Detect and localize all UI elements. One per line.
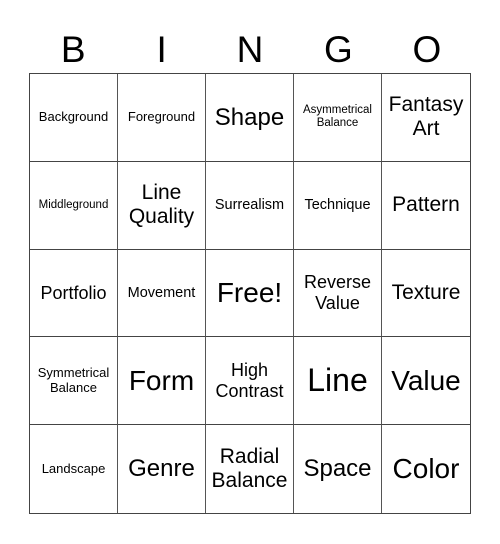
header-letter-b: B xyxy=(60,29,86,70)
bingo-cell[interactable]: Shape xyxy=(206,74,294,162)
bingo-cell[interactable]: Line xyxy=(294,337,382,426)
bingo-cell[interactable]: Background xyxy=(30,74,118,162)
bingo-cell[interactable]: Form xyxy=(118,337,206,426)
bingo-cell[interactable]: Middleground xyxy=(30,161,118,250)
bingo-cell[interactable]: Fantasy Art xyxy=(382,74,470,162)
bingo-cell[interactable]: Pattern xyxy=(382,162,470,250)
bingo-cell[interactable]: Landscape xyxy=(30,425,118,513)
bingo-cell[interactable]: Movement xyxy=(118,249,206,338)
bingo-header: B I N G O xyxy=(29,28,471,72)
bingo-cell[interactable]: Technique xyxy=(294,161,382,250)
bingo-cell[interactable]: Portfolio xyxy=(30,249,118,338)
bingo-cell[interactable]: Genre xyxy=(118,425,206,513)
header-letter-i: I xyxy=(156,29,167,70)
bingo-cell[interactable]: Surrealism xyxy=(206,161,294,250)
bingo-grid: Background Foreground Shape Asymmetrical Ba… xyxy=(29,73,471,514)
bingo-cell[interactable]: Foreground xyxy=(118,74,206,162)
bingo-cell[interactable]: Value xyxy=(382,337,470,426)
bingo-cell[interactable]: Space xyxy=(294,425,382,513)
bingo-cell[interactable]: Line Quality xyxy=(118,161,206,250)
bingo-cell[interactable]: Radial Balance xyxy=(206,425,294,513)
bingo-cell[interactable]: Color xyxy=(382,425,470,513)
header-letter-g: G xyxy=(324,29,353,70)
bingo-cell[interactable]: Reverse Value xyxy=(294,249,382,338)
bingo-cell[interactable]: Texture xyxy=(382,250,470,338)
header-letter-n: N xyxy=(236,29,264,70)
bingo-cell[interactable]: High Contrast xyxy=(206,337,294,426)
header-letter-o: O xyxy=(412,29,442,70)
bingo-cell[interactable]: Asymmetrical Balance xyxy=(294,74,382,162)
bingo-cell[interactable]: Symmetrical Balance xyxy=(30,337,118,426)
free-space-cell[interactable]: Free! xyxy=(206,249,294,338)
